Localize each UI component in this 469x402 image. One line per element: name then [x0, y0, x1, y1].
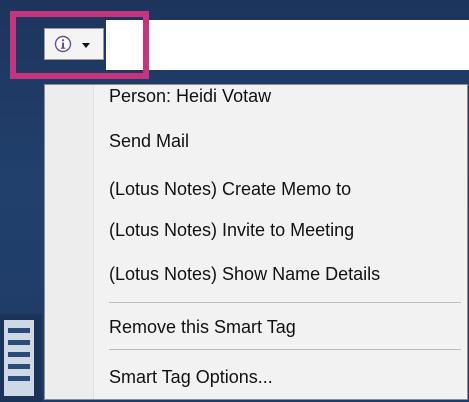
caret-down-icon[interactable] — [79, 38, 93, 52]
smart-tag-button[interactable] — [44, 28, 104, 60]
menu-item-show-name-details[interactable]: (Lotus Notes) Show Name Details — [94, 254, 467, 294]
menu-separator — [109, 349, 461, 350]
smart-tag-menu: Person: Heidi Votaw Send Mail (Lotus Not… — [44, 84, 468, 400]
menu-item-send-mail[interactable]: Send Mail — [94, 121, 467, 161]
application-icon — [0, 314, 42, 402]
menu-item-smart-tag-options[interactable]: Smart Tag Options... — [94, 357, 467, 397]
info-icon — [54, 35, 72, 53]
document-area — [106, 20, 469, 70]
menu-icon-gutter — [45, 85, 94, 399]
menu-item-create-memo[interactable]: (Lotus Notes) Create Memo to — [94, 169, 467, 209]
menu-header-person: Person: Heidi Votaw — [109, 86, 272, 106]
menu-item-remove-smart-tag[interactable]: Remove this Smart Tag — [94, 307, 467, 347]
menu-item-invite-meeting[interactable]: (Lotus Notes) Invite to Meeting — [94, 210, 467, 250]
menu-separator — [109, 302, 461, 303]
